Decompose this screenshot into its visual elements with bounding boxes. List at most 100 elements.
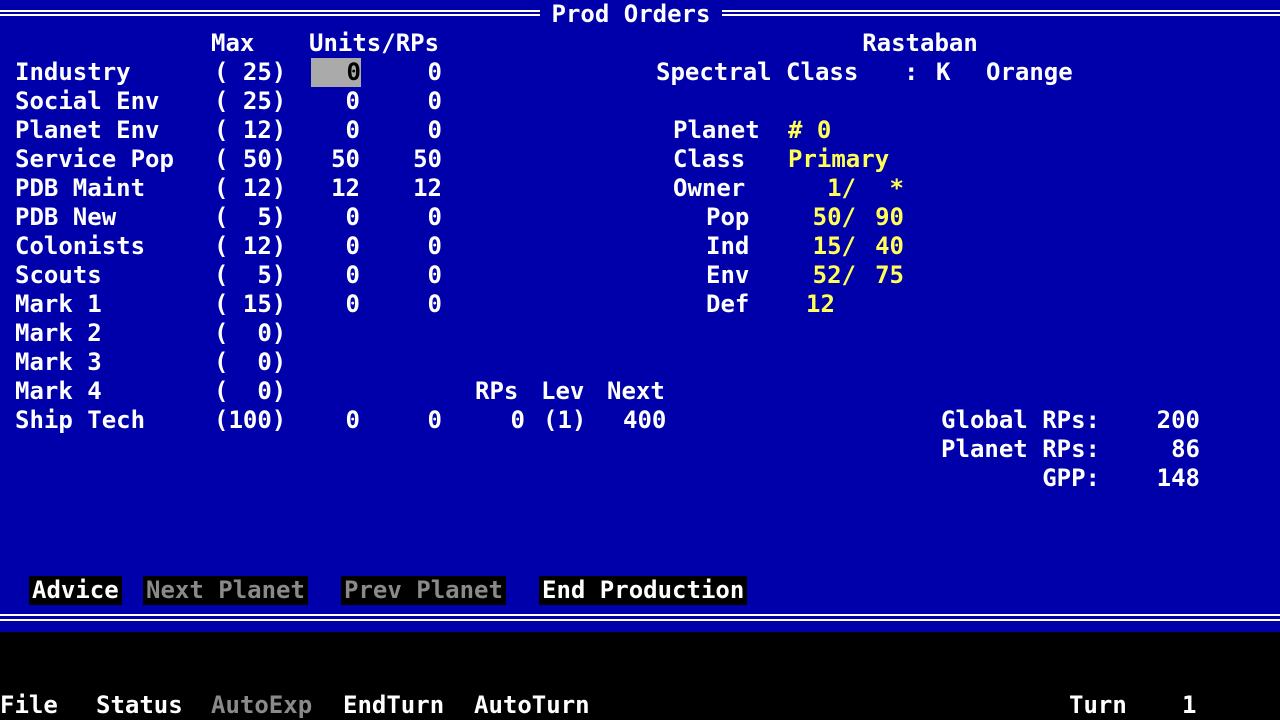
order-rps: 0 — [427, 232, 442, 260]
next-col-header: Next — [607, 377, 665, 405]
spectral-separator: : — [904, 58, 919, 86]
units-rps-header: Units/RPs — [309, 29, 440, 57]
order-label: Mark 2 — [15, 319, 102, 347]
next-planet-button[interactable]: Next Planet — [143, 576, 308, 605]
order-label: Industry — [15, 58, 131, 86]
order-max: ( 5) — [214, 261, 287, 289]
gpp-value: 148 — [1156, 464, 1200, 492]
pop-max: 90 — [875, 203, 904, 231]
owner-label: Owner — [673, 174, 746, 202]
ind-current: 15/ — [812, 232, 856, 260]
spectral-class-value: K — [936, 58, 951, 86]
order-max: ( 5) — [214, 203, 287, 231]
owner-marker: * — [889, 174, 904, 202]
advice-button[interactable]: Advice — [29, 576, 122, 605]
max-header: Max — [211, 29, 255, 57]
turn-label: Turn — [1069, 691, 1127, 719]
menu-autoexp[interactable]: AutoExp — [211, 691, 312, 720]
pop-label: Pop — [706, 203, 750, 231]
order-max: ( 15) — [214, 290, 287, 318]
end-production-button[interactable]: End Production — [539, 576, 748, 605]
game-screen: Prod Orders Max Units/RPs Industry ( 25)… — [0, 0, 1280, 720]
env-label: Env — [706, 261, 750, 289]
order-max: ( 12) — [214, 232, 287, 260]
title-rule-left — [0, 10, 540, 16]
order-label: Colonists — [15, 232, 146, 260]
order-units-input[interactable]: 0 — [300, 261, 360, 290]
pop-current: 50/ — [812, 203, 856, 231]
order-label: PDB Maint — [15, 174, 146, 202]
order-label: Social Env — [15, 87, 160, 115]
order-units-input[interactable]: 0 — [300, 87, 360, 116]
ship-tech-rps-value: 0 — [510, 406, 525, 434]
order-units-input[interactable]: 0 — [311, 58, 361, 87]
menu-status[interactable]: Status — [96, 691, 183, 720]
class-label: Class — [673, 145, 746, 173]
order-label: Service Pop — [15, 145, 174, 173]
order-max: ( 0) — [214, 348, 287, 376]
star-name: Rastaban — [862, 29, 978, 57]
order-rps: 0 — [427, 203, 442, 231]
order-units-input[interactable]: 12 — [300, 174, 360, 203]
turn-value: 1 — [1182, 691, 1197, 719]
spectral-class-label: Spectral Class — [656, 58, 859, 86]
order-label: Planet Env — [15, 116, 160, 144]
order-max: ( 12) — [214, 116, 287, 144]
def-label: Def — [706, 290, 750, 318]
ind-max: 40 — [875, 232, 904, 260]
order-max: ( 25) — [214, 87, 287, 115]
order-rps: 12 — [413, 174, 442, 202]
order-units-input[interactable]: 0 — [300, 203, 360, 232]
def-value: 12 — [806, 290, 835, 318]
planet-rps-value: 86 — [1171, 435, 1200, 463]
menu-endturn[interactable]: EndTurn — [343, 691, 444, 720]
global-rps-label: Global RPs: — [941, 406, 1100, 434]
order-max: ( 25) — [214, 58, 287, 86]
ship-tech-units-input[interactable]: 0 — [300, 406, 360, 435]
class-value: Primary — [788, 145, 890, 173]
order-max: ( 0) — [214, 319, 287, 347]
order-rps: 0 — [427, 261, 442, 289]
order-label: Scouts — [15, 261, 102, 289]
order-units-input[interactable]: 50 — [300, 145, 360, 174]
order-units-input[interactable]: 0 — [300, 290, 360, 319]
order-rps: 0 — [427, 87, 442, 115]
ship-tech-level: (1) — [543, 406, 587, 434]
ind-label: Ind — [706, 232, 750, 260]
prev-planet-button[interactable]: Prev Planet — [341, 576, 506, 605]
order-max: ( 12) — [214, 174, 287, 202]
order-units-input[interactable]: 0 — [300, 232, 360, 261]
order-rps: 50 — [413, 145, 442, 173]
env-max: 75 — [875, 261, 904, 289]
ship-tech-rps: 0 — [427, 406, 442, 434]
ship-tech-label: Ship Tech — [15, 406, 146, 434]
star-color: Orange — [986, 58, 1073, 86]
prod-orders-panel: Prod Orders Max Units/RPs Industry ( 25)… — [0, 0, 1280, 632]
menu-file[interactable]: File — [0, 691, 58, 720]
bottom-rule — [0, 614, 1280, 621]
window-title: Prod Orders — [551, 0, 711, 28]
order-max: ( 0) — [214, 377, 287, 405]
order-rps: 0 — [427, 58, 442, 86]
ship-tech-next: 400 — [623, 406, 667, 434]
planet-label: Planet — [673, 116, 760, 144]
menu-autoturn[interactable]: AutoTurn — [474, 691, 590, 720]
order-label: Mark 4 — [15, 377, 102, 405]
lev-col-header: Lev — [541, 377, 585, 405]
owner-value: 1/ — [827, 174, 856, 202]
order-rps: 0 — [427, 290, 442, 318]
order-units-input[interactable]: 0 — [300, 116, 360, 145]
order-label: Mark 1 — [15, 290, 102, 318]
global-rps-value: 200 — [1156, 406, 1200, 434]
rps-col-header: RPs — [475, 377, 519, 405]
order-rps: 0 — [427, 116, 442, 144]
order-label: Mark 3 — [15, 348, 102, 376]
env-current: 52/ — [812, 261, 856, 289]
ship-tech-max: (100) — [214, 406, 287, 434]
title-rule-right — [722, 10, 1280, 16]
planet-number: # 0 — [788, 116, 832, 144]
order-max: ( 50) — [214, 145, 287, 173]
gpp-label: GPP: — [1042, 464, 1100, 492]
planet-rps-label: Planet RPs: — [941, 435, 1100, 463]
order-label: PDB New — [15, 203, 117, 231]
